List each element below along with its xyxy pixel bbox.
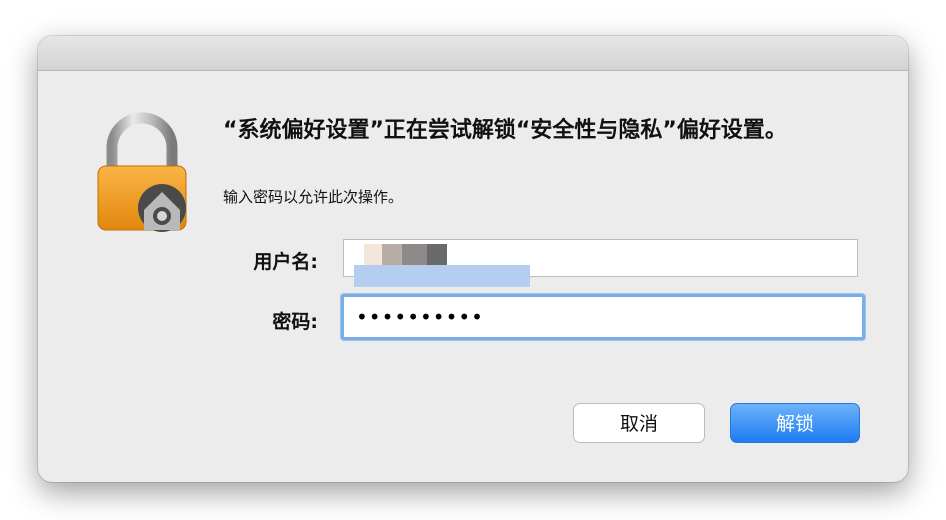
dialog-titlebar	[38, 36, 908, 71]
username-field[interactable]	[343, 239, 858, 287]
dialog-hint: 输入密码以允许此次操作。	[223, 188, 404, 206]
unlock-dialog: “系统偏好设置”正在尝试解锁“安全性与隐私”偏好设置。 输入密码以允许此次操作。…	[38, 36, 908, 482]
username-label: 用户名:	[253, 251, 318, 273]
password-label: 密码:	[272, 311, 318, 333]
redacted-username	[349, 242, 530, 290]
dialog-message: “系统偏好设置”正在尝试解锁“安全性与隐私”偏好设置。	[223, 118, 787, 143]
unlock-button[interactable]: 解锁	[730, 403, 860, 443]
password-field[interactable]: ••••••••••	[341, 294, 865, 340]
cancel-button[interactable]: 取消	[573, 403, 705, 443]
lock-icon	[92, 112, 192, 232]
password-value: ••••••••••	[356, 305, 484, 329]
